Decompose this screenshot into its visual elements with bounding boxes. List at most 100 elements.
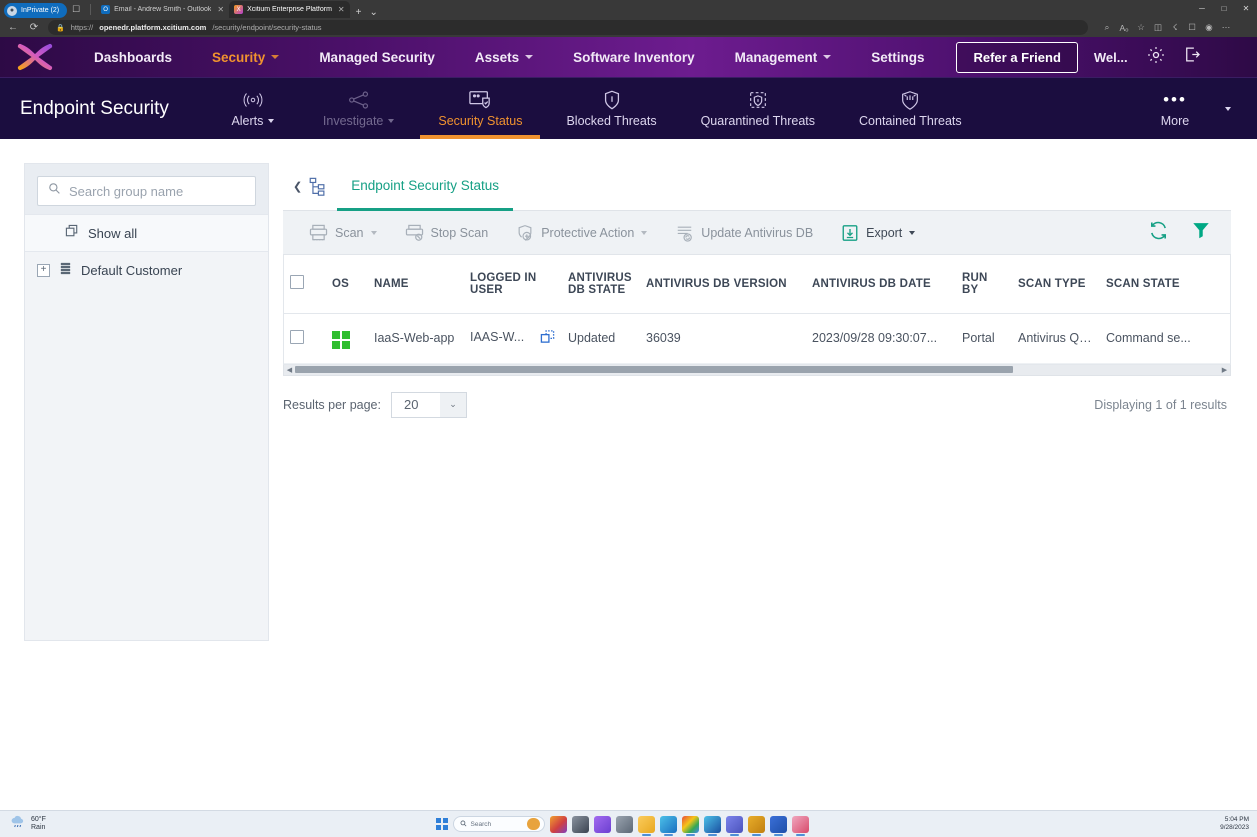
topnav-item-dashboards[interactable]: Dashboards (74, 50, 192, 65)
scroll-right-arrow[interactable]: ▶ (1219, 366, 1230, 374)
taskbar-app-outlook[interactable] (704, 816, 721, 833)
back-icon[interactable]: ← (6, 22, 20, 33)
export-icon (841, 224, 859, 242)
minimize-button[interactable]: ─ (1191, 0, 1213, 18)
filter-icon[interactable] (1191, 220, 1211, 245)
column-scan-type[interactable]: SCAN TYPE (1012, 255, 1100, 313)
settings-more-icon[interactable]: ⋯ (1218, 22, 1234, 33)
taskbar-app-terminal[interactable] (572, 816, 589, 833)
maximize-button[interactable]: □ (1213, 0, 1235, 18)
close-window-button[interactable]: ✕ (1235, 0, 1257, 18)
new-tab-button[interactable]: + (353, 7, 365, 18)
topnav-item-security[interactable]: Security (192, 50, 299, 65)
column-antivirus-db-state[interactable]: ANTIVIRUS DB STATE (562, 255, 640, 313)
taskbar-app-photos[interactable] (550, 816, 567, 833)
tab-endpoint-security-status[interactable]: Endpoint Security Status (337, 163, 513, 211)
search-input[interactable] (69, 184, 245, 199)
more-chevron-wrap[interactable] (1225, 78, 1257, 139)
column-antivirus-db-date[interactable]: ANTIVIRUS DB DATE (806, 255, 956, 313)
xcitium-logo[interactable] (14, 42, 56, 72)
topnav-item-settings[interactable]: Settings (851, 50, 944, 65)
column-scan-state[interactable]: SCAN STATE (1100, 255, 1230, 313)
row-select-cell[interactable] (284, 313, 326, 363)
browser-toolbar-icons: ⌕ Aₒ ☆ ◫ ☇ ☐ ◉ ⋯ (1099, 22, 1234, 33)
sidebar-item-default-customer[interactable]: + Default Customer (25, 251, 268, 288)
taskbar-app-edge[interactable] (660, 816, 677, 833)
column-os[interactable]: OS (326, 255, 368, 313)
close-icon[interactable]: ✕ (217, 5, 224, 14)
logout-icon[interactable] (1174, 45, 1209, 69)
expander-button[interactable]: + (37, 264, 50, 277)
taskbar-app-teams[interactable] (726, 816, 743, 833)
topnav-item-management[interactable]: Management (715, 50, 852, 65)
collections-icon[interactable]: ☇ (1167, 22, 1183, 33)
profile-icon[interactable]: ◉ (1201, 22, 1217, 33)
browser-essentials-icon[interactable]: ☐ (1184, 22, 1200, 33)
taskbar-app-word[interactable] (770, 816, 787, 833)
mod-item-quarantined-threats[interactable]: Quarantined Threats (679, 78, 837, 139)
search-group-box[interactable] (37, 176, 256, 206)
stop-scan-button[interactable]: Stop Scan (391, 224, 503, 241)
refer-a-friend-button[interactable]: Refer a Friend (956, 42, 1077, 73)
taskbar-weather-widget[interactable]: 60°F Rain (0, 815, 46, 832)
topnav-item-assets[interactable]: Assets (455, 50, 553, 65)
chevron-left-icon[interactable]: ❮ (289, 180, 306, 193)
endpoint-icon[interactable] (540, 333, 555, 347)
mod-item-blocked-threats[interactable]: Blocked Threats (544, 78, 678, 139)
export-button[interactable]: Export (827, 224, 929, 242)
results-per-page-select[interactable]: 20 ⌄ (391, 392, 467, 418)
topnav-item-software-inventory[interactable]: Software Inventory (553, 50, 715, 65)
chevron-down-icon (641, 231, 647, 235)
close-icon[interactable]: ✕ (338, 5, 345, 14)
browser-tab-outlook[interactable]: O Email - Andrew Smith - Outlook ✕ (96, 1, 229, 18)
taskbar-clock[interactable]: 5:04 PM 9/28/2023 (1220, 816, 1257, 833)
mod-item-security-status[interactable]: Security Status (416, 78, 544, 139)
gear-icon[interactable] (1138, 45, 1174, 70)
favorite-icon[interactable]: ☆ (1133, 22, 1149, 33)
scroll-left-arrow[interactable]: ◀ (284, 366, 295, 374)
browser-tab-xcitium[interactable]: X Xcitium Enterprise Platform ✕ (229, 1, 350, 18)
column-name[interactable]: NAME (368, 255, 464, 313)
read-aloud-icon[interactable]: Aₒ (1116, 23, 1132, 33)
horizontal-scrollbar[interactable]: ◀ ▶ (283, 365, 1231, 376)
tab-search-button[interactable]: ☐ (67, 1, 85, 17)
taskbar-app-snip[interactable] (792, 816, 809, 833)
welcome-label[interactable]: Wel... (1078, 50, 1138, 65)
taskbar-search-box[interactable]: Search (453, 816, 545, 832)
protective-action-button[interactable]: Protective Action (502, 224, 661, 242)
split-screen-icon[interactable]: ◫ (1150, 22, 1166, 33)
chevron-down-icon[interactable]: ⌄ (440, 393, 466, 417)
scan-button[interactable]: Scan (295, 224, 391, 241)
url-input[interactable]: 🔒 https://openedr.platform.xcitium.com/s… (48, 20, 1088, 35)
row-checkbox[interactable] (290, 330, 304, 344)
reload-icon[interactable]: ⟳ (27, 22, 41, 33)
copilot-icon[interactable] (527, 818, 540, 830)
mod-item-investigate[interactable]: Investigate (301, 78, 416, 139)
taskbar-app-file-explorer[interactable] (638, 816, 655, 833)
select-all-checkbox[interactable] (290, 275, 304, 289)
mod-item-alerts[interactable]: Alerts (205, 78, 301, 139)
refresh-icon[interactable] (1148, 220, 1169, 246)
windows-start-icon[interactable] (436, 818, 448, 830)
chevron-down-icon[interactable]: ⌄ (366, 7, 380, 18)
mod-item-more[interactable]: ••• More (1129, 78, 1225, 139)
update-antivirus-db-button[interactable]: Update Antivirus DB (661, 224, 827, 242)
zoom-icon[interactable]: ⌕ (1099, 22, 1115, 33)
select-all-header[interactable] (284, 255, 326, 313)
taskbar-app-chrome[interactable] (682, 816, 699, 833)
scrollbar-thumb[interactable] (295, 366, 1013, 373)
table-row[interactable]: IaaS-Web-app IAAS-W... Updated 360 (284, 313, 1230, 363)
mod-item-label: More (1161, 114, 1189, 128)
group-tree-icon[interactable] (306, 177, 337, 197)
cell-name[interactable]: IaaS-Web-app (368, 313, 464, 363)
column-run-by[interactable]: RUN BY (956, 255, 1012, 313)
taskbar-app-settings[interactable] (616, 816, 633, 833)
taskbar-app-store[interactable] (748, 816, 765, 833)
sidebar-item-show-all[interactable]: Show all (25, 214, 268, 251)
column-logged-in-user[interactable]: LOGGED IN USER (464, 255, 562, 313)
inprivate-indicator[interactable]: ● InPrivate (2) (4, 3, 67, 18)
topnav-item-managed-security[interactable]: Managed Security (299, 50, 455, 65)
column-antivirus-db-version[interactable]: ANTIVIRUS DB VERSION (640, 255, 806, 313)
mod-item-contained-threats[interactable]: Contained Threats (837, 78, 984, 139)
taskbar-app-chat[interactable] (594, 816, 611, 833)
